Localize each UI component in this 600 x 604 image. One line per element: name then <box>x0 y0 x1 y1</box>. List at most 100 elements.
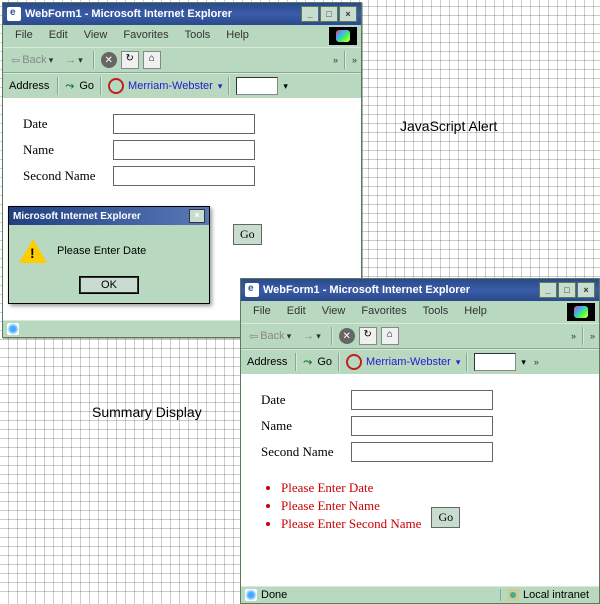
menu-favorites[interactable]: Favorites <box>115 27 176 45</box>
second-name-label: Second Name <box>261 444 351 460</box>
menu-file[interactable]: File <box>7 27 41 45</box>
caption-summary: Summary Display <box>92 404 202 420</box>
toolbar-overflow-icon[interactable]: » <box>571 331 576 341</box>
separator <box>331 327 333 345</box>
second-name-input[interactable] <box>351 442 493 462</box>
go-button[interactable]: ⤳Go <box>303 356 332 368</box>
window-title: WebForm1 - Microsoft Internet Explorer <box>263 284 539 296</box>
alert-title-text: Microsoft Internet Explorer <box>13 211 141 222</box>
menu-tools[interactable]: Tools <box>177 27 219 45</box>
toolbar-overflow-icon[interactable]: » <box>590 331 595 341</box>
close-button[interactable]: × <box>339 6 357 22</box>
submit-button[interactable]: Go <box>431 507 460 528</box>
back-label: Back <box>260 330 284 342</box>
merriam-webster-link[interactable]: Merriam-Webster▾ <box>108 78 222 94</box>
validation-item: Please Enter Second Name <box>281 516 421 532</box>
maximize-button[interactable]: □ <box>558 282 576 298</box>
forward-button[interactable]: → ▾ <box>61 52 87 68</box>
name-input[interactable] <box>351 416 493 436</box>
date-label: Date <box>261 392 351 408</box>
titlebar[interactable]: WebForm1 - Microsoft Internet Explorer _… <box>3 3 361 25</box>
second-name-label: Second Name <box>23 168 113 184</box>
warning-icon <box>19 239 47 263</box>
titlebar[interactable]: WebForm1 - Microsoft Internet Explorer _… <box>241 279 599 301</box>
caption-js-alert: JavaScript Alert <box>400 118 497 134</box>
ok-button[interactable]: OK <box>80 277 138 293</box>
date-input[interactable] <box>113 114 255 134</box>
done-icon <box>7 323 19 335</box>
address-label: Address <box>7 80 51 92</box>
dropdown-icon[interactable]: ▾ <box>521 357 526 368</box>
back-label: Back <box>22 54 46 66</box>
status-text: Done <box>261 589 287 601</box>
menubar: File Edit View Favorites Tools Help <box>241 301 599 323</box>
ie-throbber-icon <box>567 303 595 321</box>
back-button[interactable]: ⇦ Back ▾ <box>7 52 57 69</box>
done-icon <box>245 589 257 601</box>
menu-favorites[interactable]: Favorites <box>353 303 414 321</box>
address-label: Address <box>245 356 289 368</box>
toolbar: ⇦ Back ▾ → ▾ ✕ ↻ ⌂ » » <box>3 47 361 73</box>
toolbar-overflow-icon[interactable]: » <box>352 55 357 65</box>
home-icon[interactable]: ⌂ <box>381 327 399 345</box>
separator <box>93 51 95 69</box>
refresh-icon[interactable]: ↻ <box>359 327 377 345</box>
menu-view[interactable]: View <box>314 303 354 321</box>
maximize-button[interactable]: □ <box>320 6 338 22</box>
alert-close-button[interactable]: × <box>189 209 205 223</box>
stop-icon[interactable]: ✕ <box>339 328 355 344</box>
minimize-button[interactable]: _ <box>301 6 319 22</box>
close-button[interactable]: × <box>577 282 595 298</box>
menu-edit[interactable]: Edit <box>41 27 76 45</box>
submit-button[interactable]: Go <box>233 224 262 245</box>
menu-file[interactable]: File <box>245 303 279 321</box>
stop-icon[interactable]: ✕ <box>101 52 117 68</box>
mw-label: Merriam-Webster <box>128 80 213 92</box>
ie-icon <box>245 283 259 297</box>
menu-help[interactable]: Help <box>456 303 495 321</box>
back-button[interactable]: ⇦ Back ▾ <box>245 328 295 345</box>
validation-item: Please Enter Date <box>281 480 421 496</box>
statusbar: Done Local intranet <box>241 586 599 603</box>
ie-icon <box>7 7 21 21</box>
home-icon[interactable]: ⌂ <box>143 51 161 69</box>
separator <box>57 77 59 95</box>
address-input[interactable] <box>236 77 278 95</box>
separator <box>344 51 346 69</box>
name-label: Name <box>261 418 351 434</box>
go-label: Go <box>317 356 332 368</box>
alert-titlebar[interactable]: Microsoft Internet Explorer × <box>9 207 209 225</box>
refresh-icon[interactable]: ↻ <box>121 51 139 69</box>
second-name-input[interactable] <box>113 166 255 186</box>
name-input[interactable] <box>113 140 255 160</box>
merriam-webster-link[interactable]: Merriam-Webster▾ <box>346 354 460 370</box>
separator <box>338 353 340 371</box>
minimize-button[interactable]: _ <box>539 282 557 298</box>
menu-edit[interactable]: Edit <box>279 303 314 321</box>
intranet-icon <box>507 589 519 601</box>
separator <box>582 327 584 345</box>
name-label: Name <box>23 142 113 158</box>
ie-throbber-icon <box>329 27 357 45</box>
window-title: WebForm1 - Microsoft Internet Explorer <box>25 8 301 20</box>
page-content: Date Name Second Name Please Enter Date … <box>241 374 599 586</box>
alert-dialog: Microsoft Internet Explorer × Please Ent… <box>8 206 210 304</box>
browser-window-2: WebForm1 - Microsoft Internet Explorer _… <box>240 278 600 604</box>
validation-summary: Please Enter Date Please Enter Name Plea… <box>261 478 421 534</box>
menu-view[interactable]: View <box>76 27 116 45</box>
menu-tools[interactable]: Tools <box>415 303 457 321</box>
date-input[interactable] <box>351 390 493 410</box>
go-button[interactable]: ⤳Go <box>65 80 94 92</box>
addr-overflow-icon[interactable]: » <box>534 357 539 367</box>
menu-help[interactable]: Help <box>218 27 257 45</box>
forward-button[interactable]: → ▾ <box>299 328 325 344</box>
mw-label: Merriam-Webster <box>366 356 451 368</box>
toolbar-overflow-icon[interactable]: » <box>333 55 338 65</box>
address-input[interactable] <box>474 353 516 371</box>
separator <box>100 77 102 95</box>
date-label: Date <box>23 116 113 132</box>
validation-item: Please Enter Name <box>281 498 421 514</box>
mw-circle-icon <box>346 354 362 370</box>
separator <box>295 353 297 371</box>
dropdown-icon[interactable]: ▾ <box>283 81 288 92</box>
